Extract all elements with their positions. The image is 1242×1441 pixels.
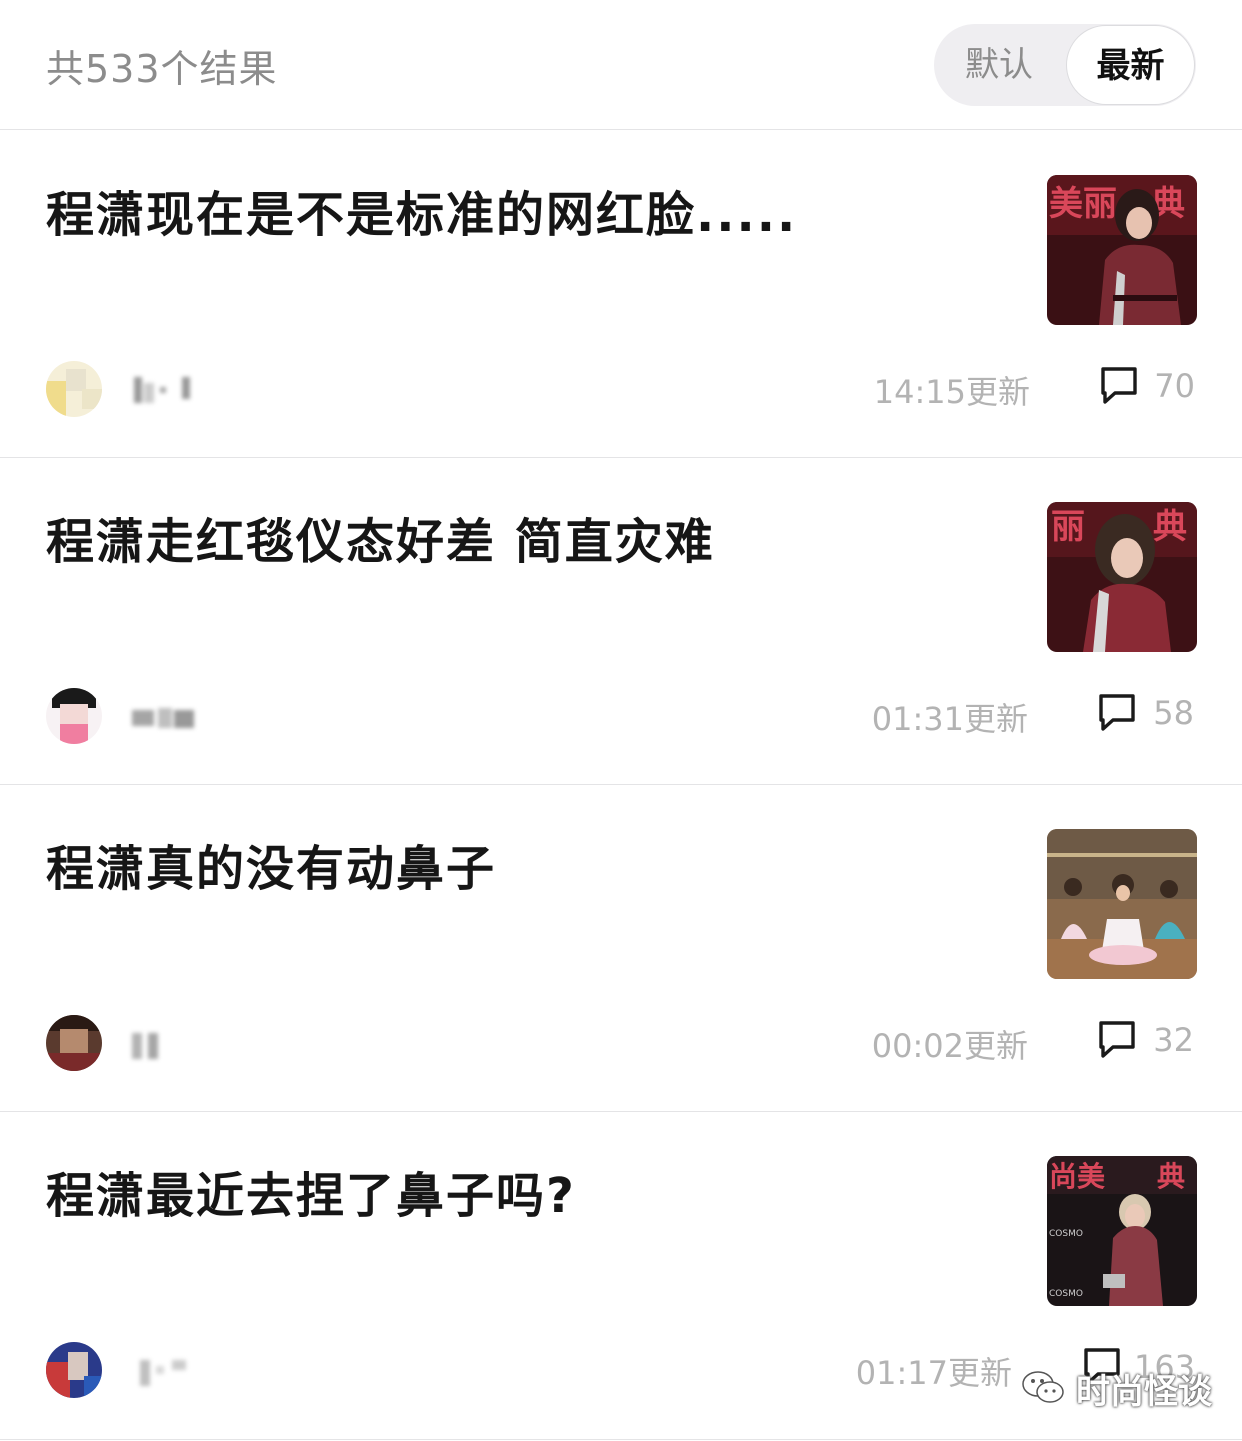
result-count: 共533个结果	[46, 47, 278, 91]
post-item[interactable]: 程潇现在是不是标准的网红脸..... 美丽 典 14:15更新 70	[0, 131, 1242, 458]
post-thumbnail[interactable]: 丽 典	[1047, 502, 1197, 652]
update-time: 00:02更新	[871, 1027, 1028, 1065]
username-blurred[interactable]	[130, 1354, 198, 1388]
post-title[interactable]: 程潇最近去捏了鼻子吗?	[46, 1156, 1006, 1226]
username-blurred[interactable]	[130, 1027, 198, 1061]
post-title[interactable]: 程潇走红毯仪态好差 简直灾难	[46, 502, 1006, 572]
update-time: 01:31更新	[871, 700, 1028, 738]
wechat-icon	[1022, 1371, 1064, 1403]
svg-text:典: 典	[1153, 507, 1187, 547]
username-blurred[interactable]	[130, 700, 198, 734]
update-time: 01:17更新	[855, 1354, 1012, 1392]
sort-latest-button[interactable]: 最新	[1066, 25, 1195, 105]
post-title[interactable]: 程潇真的没有动鼻子	[46, 829, 1006, 899]
post-title[interactable]: 程潇现在是不是标准的网红脸.....	[46, 175, 1006, 245]
avatar[interactable]	[46, 1015, 102, 1071]
post-thumbnail[interactable]: 尚美 典 COSMO COSMO	[1047, 1156, 1197, 1306]
avatar[interactable]	[46, 688, 102, 744]
svg-text:典: 典	[1157, 1160, 1185, 1193]
post-thumbnail[interactable]: 美丽 典	[1047, 175, 1197, 325]
username-blurred[interactable]	[130, 373, 198, 407]
svg-text:尚美: 尚美	[1049, 1160, 1105, 1193]
post-item[interactable]: 程潇走红毯仪态好差 简直灾难 丽 典 01:31更新 58	[0, 458, 1242, 785]
svg-text:丽: 丽	[1051, 507, 1085, 547]
comment-count: 58	[1153, 694, 1194, 732]
comment-count: 70	[1154, 367, 1195, 405]
watermark-text: 时尚怪谈	[1076, 1372, 1212, 1412]
comment-count: 32	[1153, 1021, 1194, 1059]
avatar[interactable]	[46, 361, 102, 417]
svg-text:美丽: 美丽	[1049, 184, 1117, 224]
sort-toggle: 默认 最新	[934, 24, 1196, 106]
avatar[interactable]	[46, 1342, 102, 1398]
comment-icon[interactable]	[1095, 1017, 1139, 1061]
update-time: 14:15更新	[873, 373, 1030, 411]
sort-default-button[interactable]: 默认	[934, 24, 1064, 106]
results-header: 共533个结果 默认 最新	[0, 0, 1242, 130]
post-thumbnail[interactable]	[1047, 829, 1197, 979]
post-item[interactable]: 程潇真的没有动鼻子 00:02更新 32	[0, 785, 1242, 1112]
comment-icon[interactable]	[1095, 690, 1139, 734]
svg-text:COSMO: COSMO	[1049, 1229, 1083, 1239]
svg-text:COSMO: COSMO	[1049, 1289, 1083, 1299]
